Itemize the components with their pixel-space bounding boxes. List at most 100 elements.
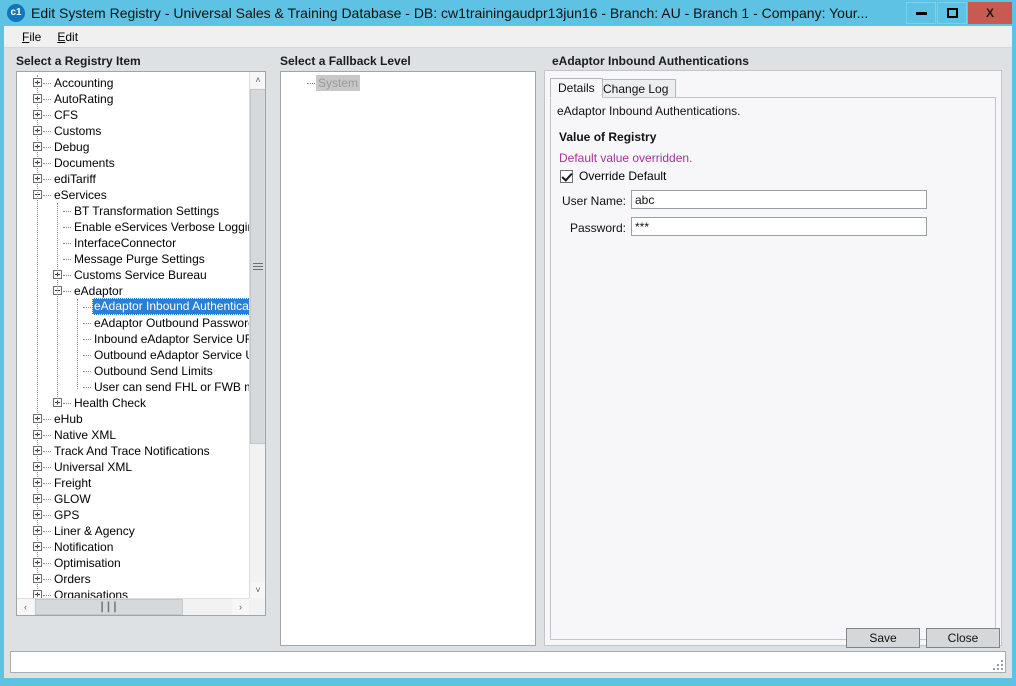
tree-item[interactable]: GPS — [17, 507, 249, 523]
tree-connector-line — [43, 515, 51, 517]
tree-connector-line — [43, 195, 51, 197]
tree-item[interactable]: System — [281, 75, 535, 91]
tree-item[interactable]: AutoRating — [17, 91, 249, 107]
tree-item[interactable]: Freight — [17, 475, 249, 491]
tree-item-label: Health Check — [74, 396, 147, 410]
window-title: Edit System Registry - Universal Sales &… — [31, 5, 869, 21]
tree-item[interactable]: Enable eServices Verbose Logging — [17, 219, 249, 235]
tree-item-label: Outbound eAdaptor Service URL — [94, 348, 249, 362]
tree-connector-line — [43, 131, 51, 133]
close-button[interactable]: X — [968, 2, 1012, 24]
tree-item-label: eAdaptor — [74, 284, 123, 298]
user-name-input[interactable] — [631, 190, 927, 209]
tree-item[interactable]: ediTariff — [17, 171, 249, 187]
tree-item[interactable]: Liner & Agency — [17, 523, 249, 539]
app-logo-icon: c1 — [7, 4, 25, 22]
fallback-panel-header: Select a Fallback Level — [280, 54, 411, 68]
registry-panel-header: Select a Registry Item — [16, 54, 141, 68]
scroll-right-button[interactable]: › — [232, 599, 249, 615]
tree-connector-line — [63, 211, 71, 213]
tree-item[interactable]: Track And Trace Notifications — [17, 443, 249, 459]
maximize-icon — [946, 8, 958, 18]
tab-details[interactable]: Details — [550, 78, 603, 98]
tree-item[interactable]: Message Purge Settings — [17, 251, 249, 267]
tree-guide-line — [57, 203, 59, 405]
tree-connector-line — [63, 243, 71, 245]
value-of-registry-heading: Value of Registry — [559, 130, 657, 144]
tree-item-label: Outbound Send Limits — [94, 364, 213, 378]
minimize-button[interactable] — [906, 2, 936, 24]
password-input[interactable] — [631, 217, 927, 236]
tree-connector-line — [43, 595, 51, 597]
tree-connector-line — [83, 371, 91, 373]
registry-tree-vscroll-thumb[interactable] — [250, 89, 265, 444]
tree-item-label: Optimisation — [54, 556, 121, 570]
override-default-checkbox[interactable] — [560, 169, 573, 183]
tree-item-label: eHub — [54, 412, 83, 426]
tree-item[interactable]: eAdaptor Outbound Password — [17, 315, 249, 331]
maximize-button[interactable] — [937, 2, 967, 24]
tree-connector-line — [43, 147, 51, 149]
tree-item[interactable]: CFS — [17, 107, 249, 123]
tree-item-label: Native XML — [54, 428, 117, 442]
tree-item-label: Inbound eAdaptor Service URL — [94, 332, 249, 346]
tree-item[interactable]: InterfaceConnector — [17, 235, 249, 251]
tree-item[interactable]: eAdaptor Inbound Authentications — [17, 298, 249, 315]
tree-item[interactable]: Customs Service Bureau — [17, 267, 249, 283]
resize-grip-icon[interactable] — [991, 658, 1003, 670]
scroll-corner — [249, 598, 265, 615]
registry-tree-vscrollbar[interactable]: ˄ ˅ — [249, 72, 265, 598]
tree-connector-line — [43, 115, 51, 117]
minimize-icon — [915, 11, 927, 15]
tree-item[interactable]: eHub — [17, 411, 249, 427]
save-button[interactable]: Save — [846, 628, 920, 648]
menu-edit[interactable]: Edit — [49, 28, 86, 46]
tree-item[interactable]: User can send FHL or FWB message — [17, 379, 249, 395]
tree-item[interactable]: GLOW — [17, 491, 249, 507]
tree-item[interactable]: Customs — [17, 123, 249, 139]
override-default-label: Override Default — [579, 169, 667, 183]
scroll-up-button[interactable]: ˄ — [250, 72, 265, 88]
tree-connector-line — [43, 483, 51, 485]
tree-item[interactable]: Debug — [17, 139, 249, 155]
tree-item-label: Liner & Agency — [54, 524, 135, 538]
tree-item-label: Accounting — [54, 76, 114, 90]
registry-tree[interactable]: Accounting AutoRating CFS Customs Debug Docum… — [16, 71, 266, 616]
scroll-left-button[interactable]: ‹ — [17, 599, 34, 615]
tree-item[interactable]: Documents — [17, 155, 249, 171]
tree-item-label: Orders — [54, 572, 91, 586]
tree-item[interactable]: eAdaptor — [17, 283, 249, 299]
override-default-row[interactable]: Override Default — [560, 169, 666, 183]
app-window: c1 Edit System Registry - Universal Sale… — [0, 0, 1016, 686]
registry-tree-hscrollbar[interactable]: ‹ ┃┃┃ › — [17, 598, 249, 615]
tree-connector-line — [83, 323, 91, 325]
tree-item[interactable]: BT Transformation Settings — [17, 203, 249, 219]
fallback-tree[interactable]: System — [280, 71, 536, 646]
tree-connector-line — [63, 227, 71, 229]
tree-item[interactable]: Optimisation — [17, 555, 249, 571]
tree-item[interactable]: Health Check — [17, 395, 249, 411]
tree-item[interactable]: Organisations — [17, 587, 249, 598]
tree-item[interactable]: eServices — [17, 187, 249, 203]
scroll-down-button[interactable]: ˅ — [250, 582, 265, 598]
close-button-footer[interactable]: Close — [926, 628, 1000, 648]
tree-item[interactable]: Outbound eAdaptor Service URL — [17, 347, 249, 363]
tree-connector-line — [43, 163, 51, 165]
tree-item[interactable]: Native XML — [17, 427, 249, 443]
tab-change-log[interactable]: Change Log — [595, 79, 677, 99]
status-bar — [10, 651, 1006, 673]
tree-item[interactable]: Universal XML — [17, 459, 249, 475]
tree-connector-line — [63, 291, 71, 293]
client-area: File Edit Select a Registry Item Account… — [4, 26, 1012, 678]
menu-file[interactable]: File — [14, 28, 49, 46]
tree-item[interactable]: Notification — [17, 539, 249, 555]
registry-tree-hscroll-thumb[interactable]: ┃┃┃ — [35, 599, 183, 615]
tree-item[interactable]: Orders — [17, 571, 249, 587]
tree-connector-line — [43, 563, 51, 565]
tree-connector-line — [307, 83, 315, 85]
tree-item[interactable]: Accounting — [17, 75, 249, 91]
tree-guide-line — [77, 299, 79, 389]
tree-item[interactable]: Inbound eAdaptor Service URL — [17, 331, 249, 347]
menu-bar: File Edit — [4, 26, 1012, 48]
tree-item[interactable]: Outbound Send Limits — [17, 363, 249, 379]
